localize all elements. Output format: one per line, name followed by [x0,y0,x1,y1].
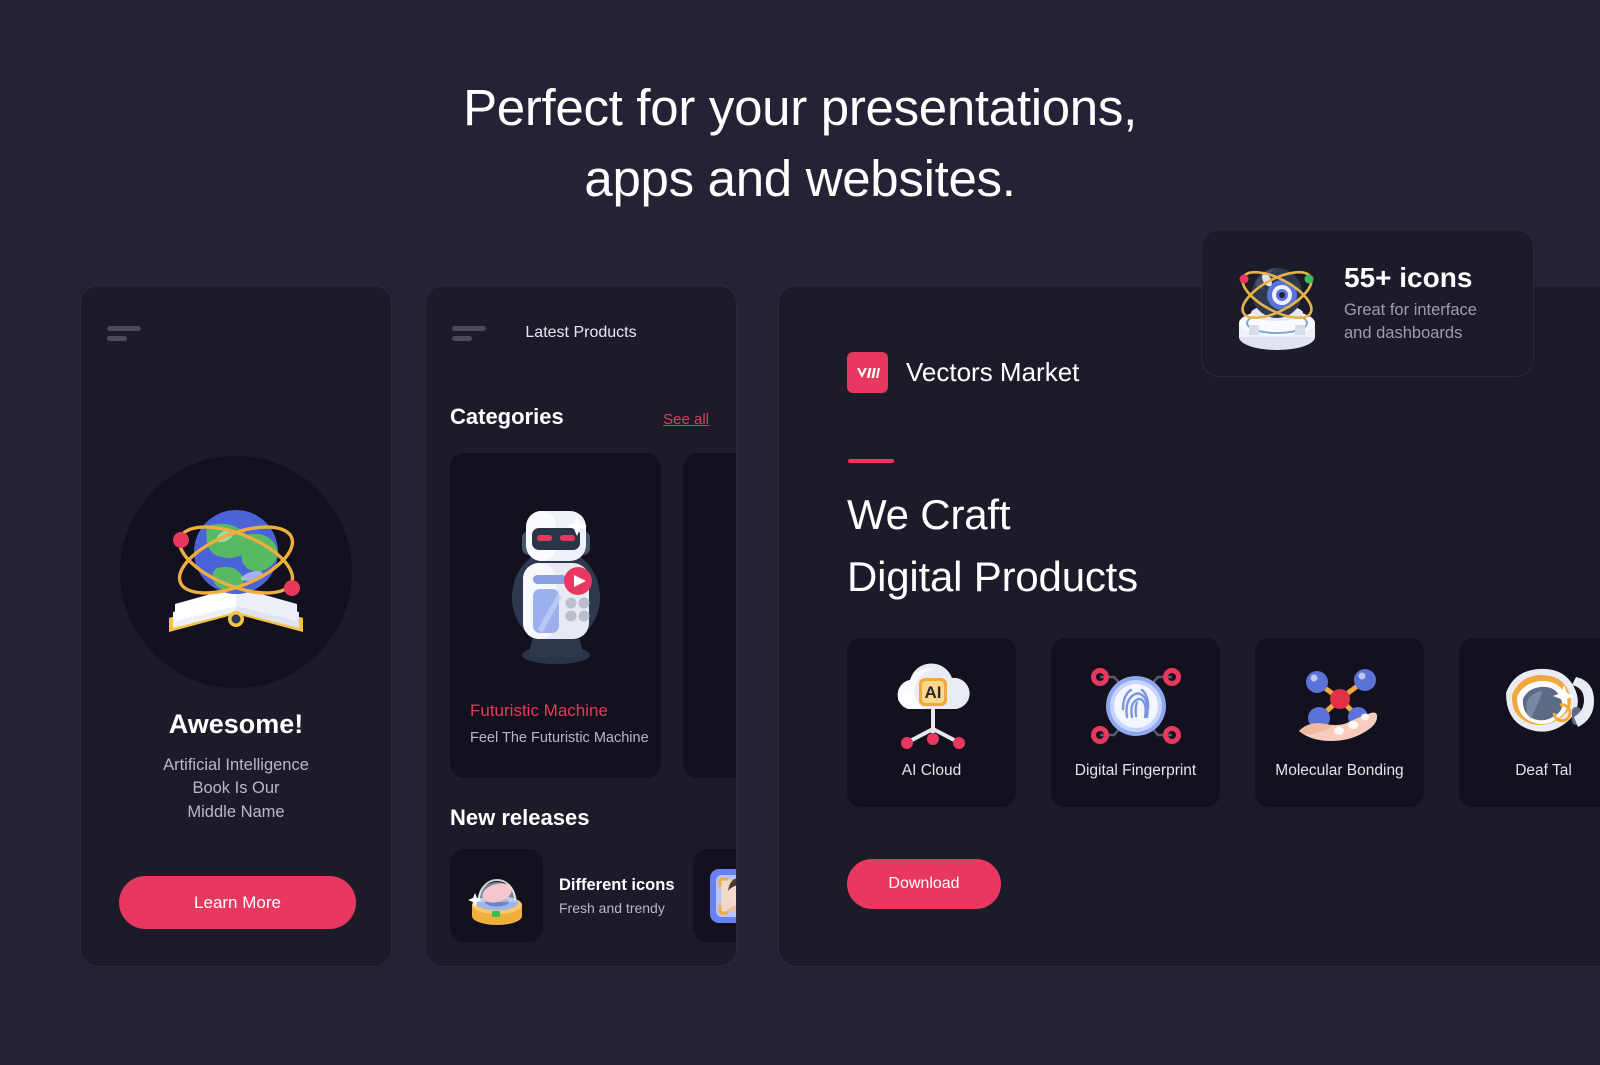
badge-subtitle-line-1: Great for interface [1344,301,1477,320]
feature-tiles: AI AI Cloud Digital Fingerprint Molecula… [847,638,1600,807]
headline-line-1: Perfect for your presentations, [463,79,1137,136]
learn-more-button[interactable]: Learn More [119,876,356,929]
svg-text:AI: AI [924,683,941,702]
ai-cloud-icon: AI [847,660,1016,752]
release-text: Different icons Fresh and trendy [559,876,675,916]
page-root: Perfect for your presentations, apps and… [0,0,1600,1065]
hero-card: Vectors Market We Craft Digital Products… [778,285,1600,967]
subtitle-line-1: Artificial Intelligence [163,756,309,774]
icons-count-badge: 55+ icons Great for interface and dashbo… [1201,229,1534,377]
badge-title: 55+ icons [1344,262,1473,294]
category-card[interactable] [683,453,736,778]
vectors-market-logo [847,352,888,393]
feature-tile-label: Digital Fingerprint [1074,762,1197,779]
card-subtitle: Artificial Intelligence Book Is Our Midd… [81,754,391,824]
brand: Vectors Market [847,352,1079,393]
category-description: Feel The Futuristic Machine [470,730,649,746]
see-all-button[interactable]: See all [663,411,709,428]
app-preview-card: Awesome! Artificial Intelligence Book Is… [80,285,392,967]
badge-subtitle-line-2: and dashboards [1344,323,1463,342]
hero-heading: We Craft Digital Products [847,484,1138,607]
products-card: Latest Products Categories See all Futur… [425,285,737,967]
accent-bar [848,459,894,463]
new-releases-list: Different icons Fresh and trendy [450,849,736,942]
feature-tile-label: AI Cloud [901,762,962,779]
robot-icon [450,477,661,692]
badge-text: 55+ icons Great for interface and dashbo… [1344,262,1477,344]
hero-heading-line-2: Digital Products [847,552,1138,600]
new-releases-heading: New releases [450,805,590,830]
category-card[interactable]: Futuristic Machine Feel The Futuristic M… [450,453,661,778]
feature-tile[interactable]: Digital Fingerprint [1051,638,1220,807]
page-title: Perfect for your presentations, apps and… [0,72,1600,215]
products-app-title: Latest Products [525,324,637,341]
face-recognition-icon [692,849,736,942]
orbiting-eye-pedestal-icon [1224,250,1330,356]
subtitle-line-2: Book Is Our [192,779,280,798]
feature-tile-label: Deaf Tal [1515,762,1572,779]
release-title: Different icons [559,875,675,894]
categories-heading: Categories [450,404,564,429]
category-name: Futuristic Machine [470,701,608,720]
illustration-backdrop [120,456,352,688]
headline-line-2: apps and websites. [584,150,1016,208]
digital-fingerprint-icon [1051,660,1220,752]
download-button[interactable]: Download [847,859,1001,909]
globe-on-open-book-icon [169,510,303,632]
subtitle-line-3: Middle Name [187,802,285,821]
hamburger-icon[interactable] [107,326,141,346]
release-subtitle: Fresh and trendy [559,899,665,916]
card-title: Awesome! [168,709,304,739]
categories-list: Futuristic Machine Feel The Futuristic M… [450,453,736,778]
release-item[interactable] [692,849,736,942]
badge-subtitle: Great for interface and dashboards [1344,299,1477,344]
deaf-talking-watch-icon [1459,660,1600,752]
hologram-projector-icon [450,849,543,942]
hero-heading-line-1: We Craft [847,491,1011,538]
brand-name: Vectors Market [906,357,1080,387]
release-item[interactable]: Different icons Fresh and trendy [450,849,675,942]
molecular-bonding-icon [1255,660,1424,752]
feature-tile-label: Molecular Bonding [1275,762,1404,779]
feature-tile[interactable]: AI AI Cloud [847,638,1016,807]
feature-tile[interactable]: Deaf Tal [1459,638,1600,807]
feature-tile[interactable]: Molecular Bonding [1255,638,1424,807]
